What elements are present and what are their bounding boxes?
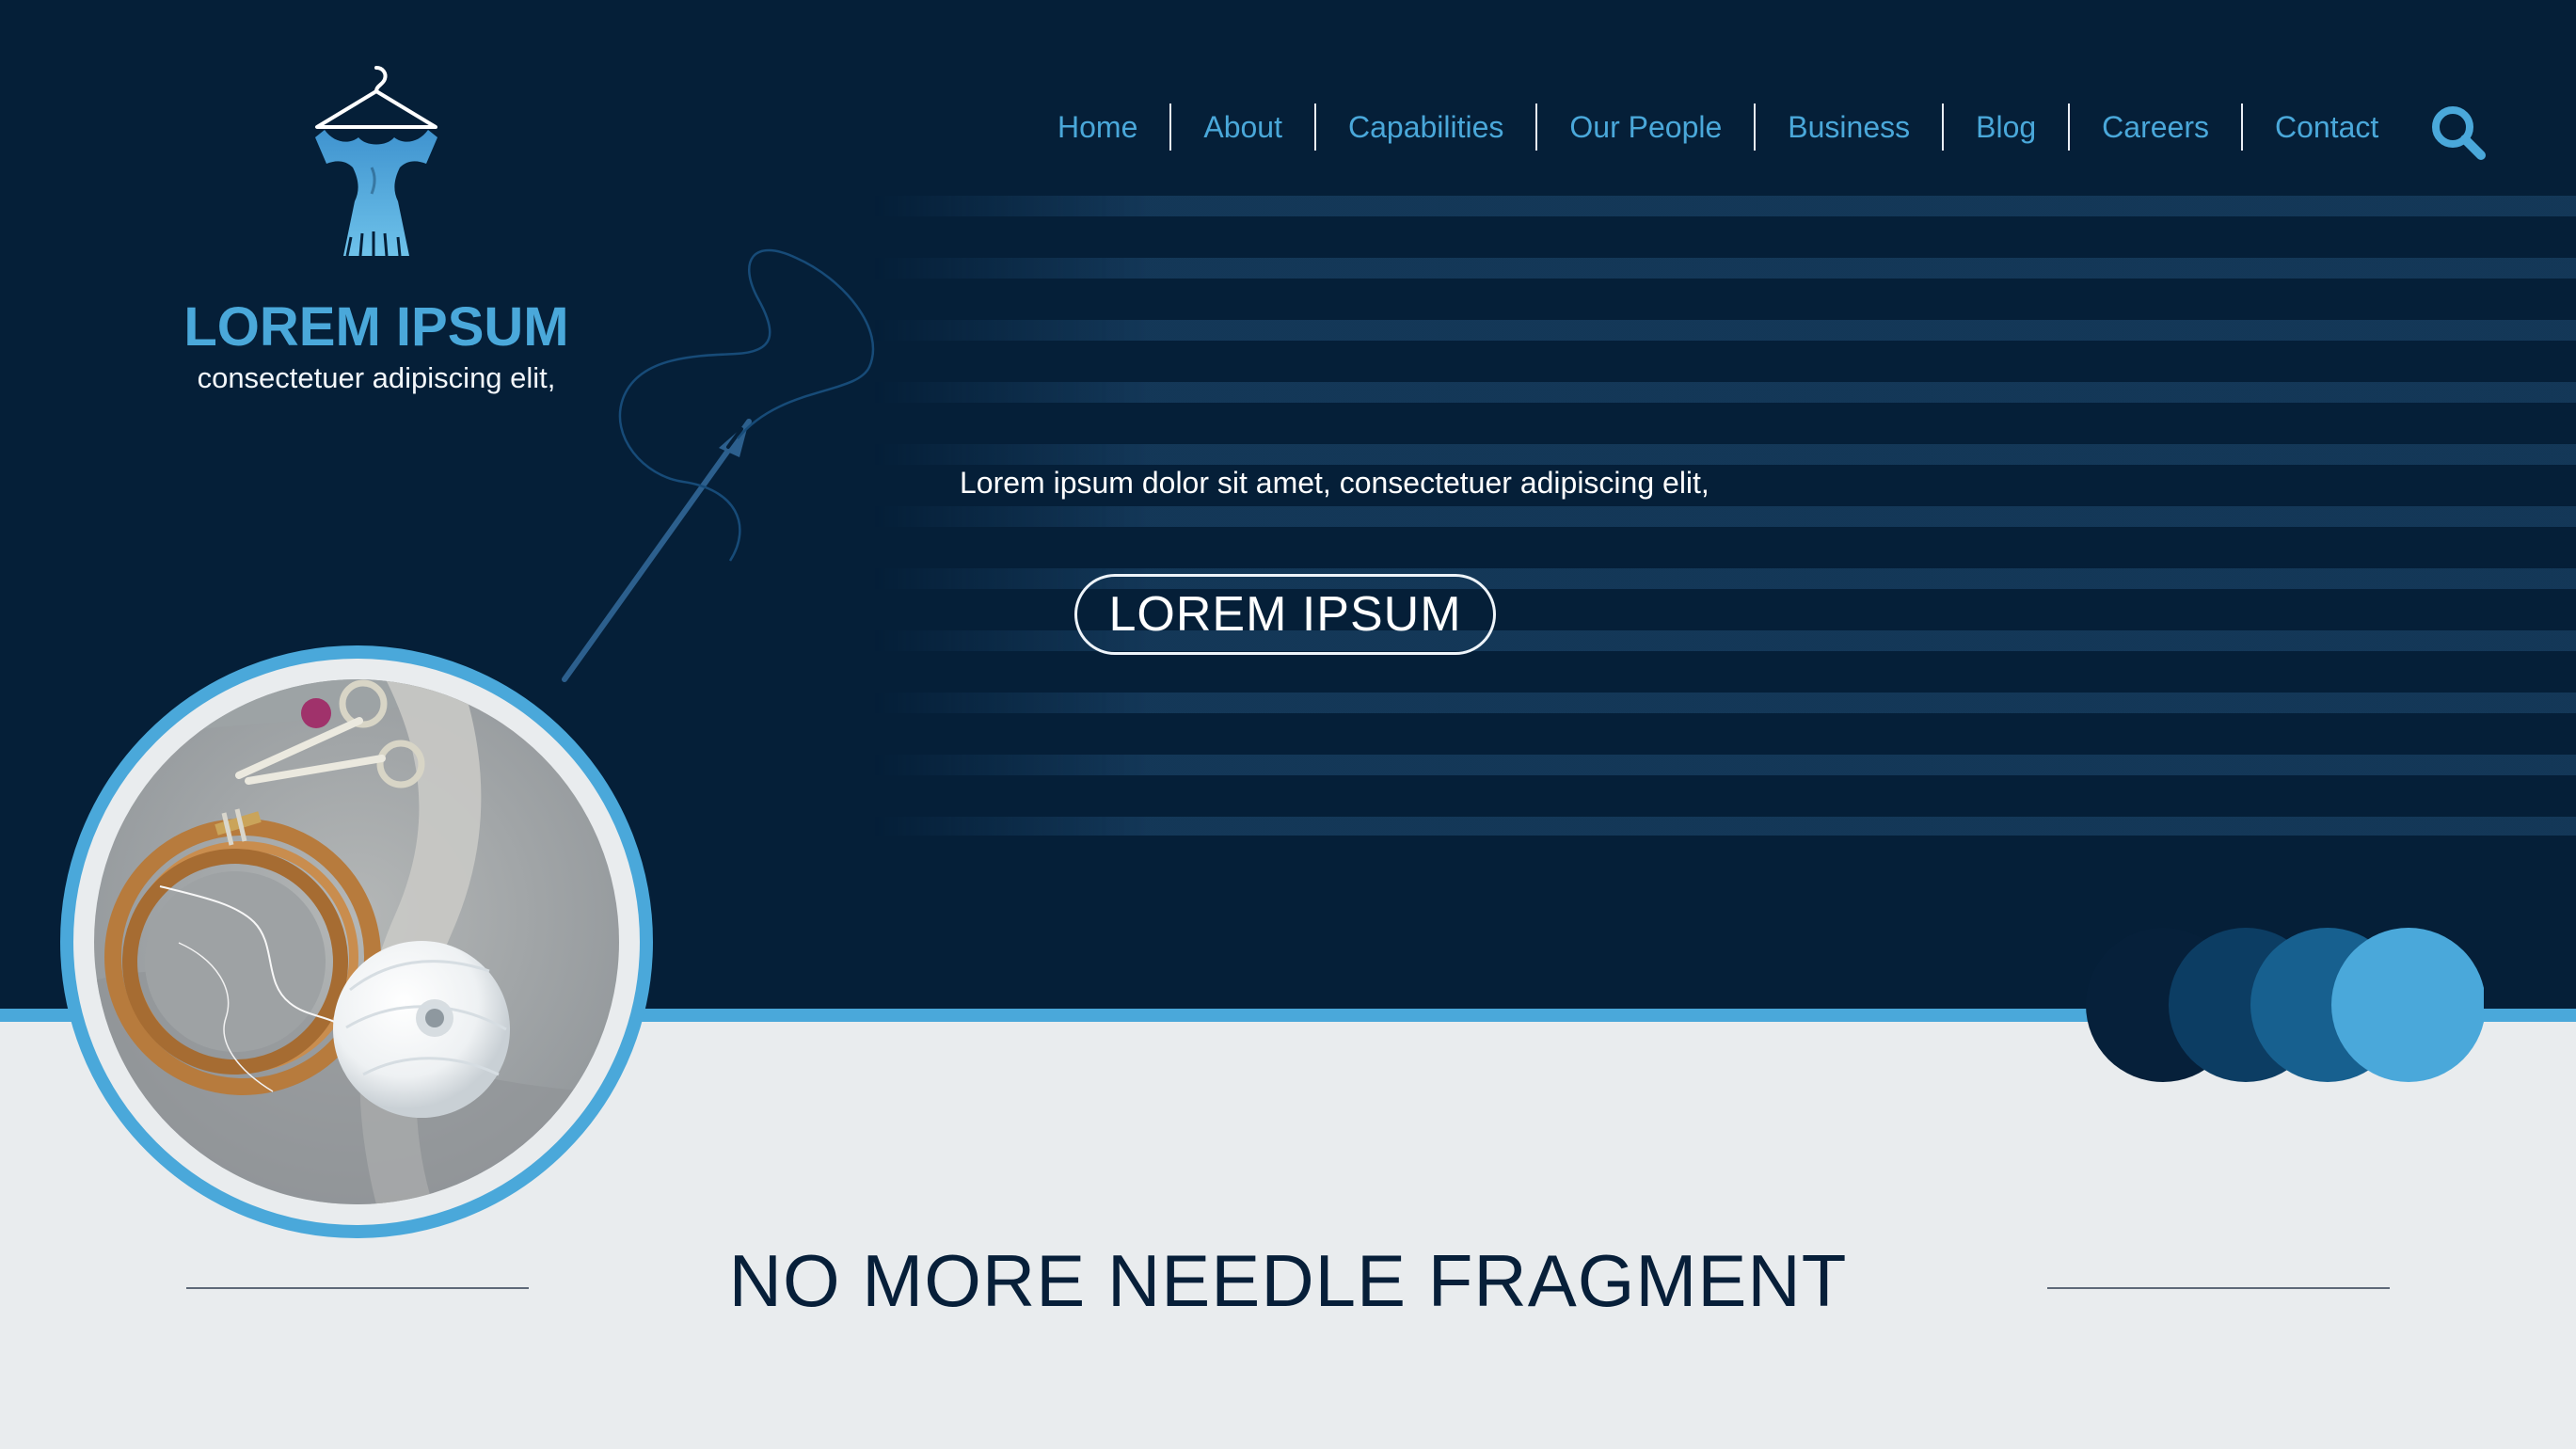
embroidery-tools-image [94, 679, 619, 1204]
hero-description: Lorem ipsum dolor sit amet, consectetuer… [960, 466, 1709, 500]
nav-item-home[interactable]: Home [1026, 112, 1169, 142]
nav-item-contact[interactable]: Contact [2243, 112, 2410, 142]
search-button[interactable] [2427, 102, 2488, 162]
nav-item-our-people[interactable]: Our People [1537, 112, 1754, 142]
section-title-rule-left [186, 1287, 529, 1289]
cta-button[interactable]: LOREM IPSUM [1074, 574, 1496, 655]
search-icon [2432, 106, 2486, 160]
nav-item-blog[interactable]: Blog [1944, 112, 2068, 142]
nav-item-capabilities[interactable]: Capabilities [1316, 112, 1535, 142]
decorative-circles [2086, 928, 2484, 1082]
embroidery-photo-frame [60, 645, 653, 1238]
dress-on-hanger-icon [315, 66, 437, 257]
hero-stripe-pattern [875, 196, 2576, 836]
needle-and-thread-icon [562, 248, 875, 682]
nav-item-business[interactable]: Business [1756, 112, 1942, 142]
section-title: NO MORE NEEDLE FRAGMENT [728, 1239, 1848, 1322]
main-navigation: Home About Capabilities Our People Busin… [1026, 94, 2410, 160]
landing-page: LOREM IPSUM consectetuer adipiscing elit… [0, 0, 2576, 1449]
nav-item-careers[interactable]: Careers [2070, 112, 2241, 142]
nav-item-about[interactable]: About [1171, 112, 1314, 142]
section-title-rule-right [2047, 1287, 2390, 1289]
photo-inner-ring [94, 679, 619, 1204]
